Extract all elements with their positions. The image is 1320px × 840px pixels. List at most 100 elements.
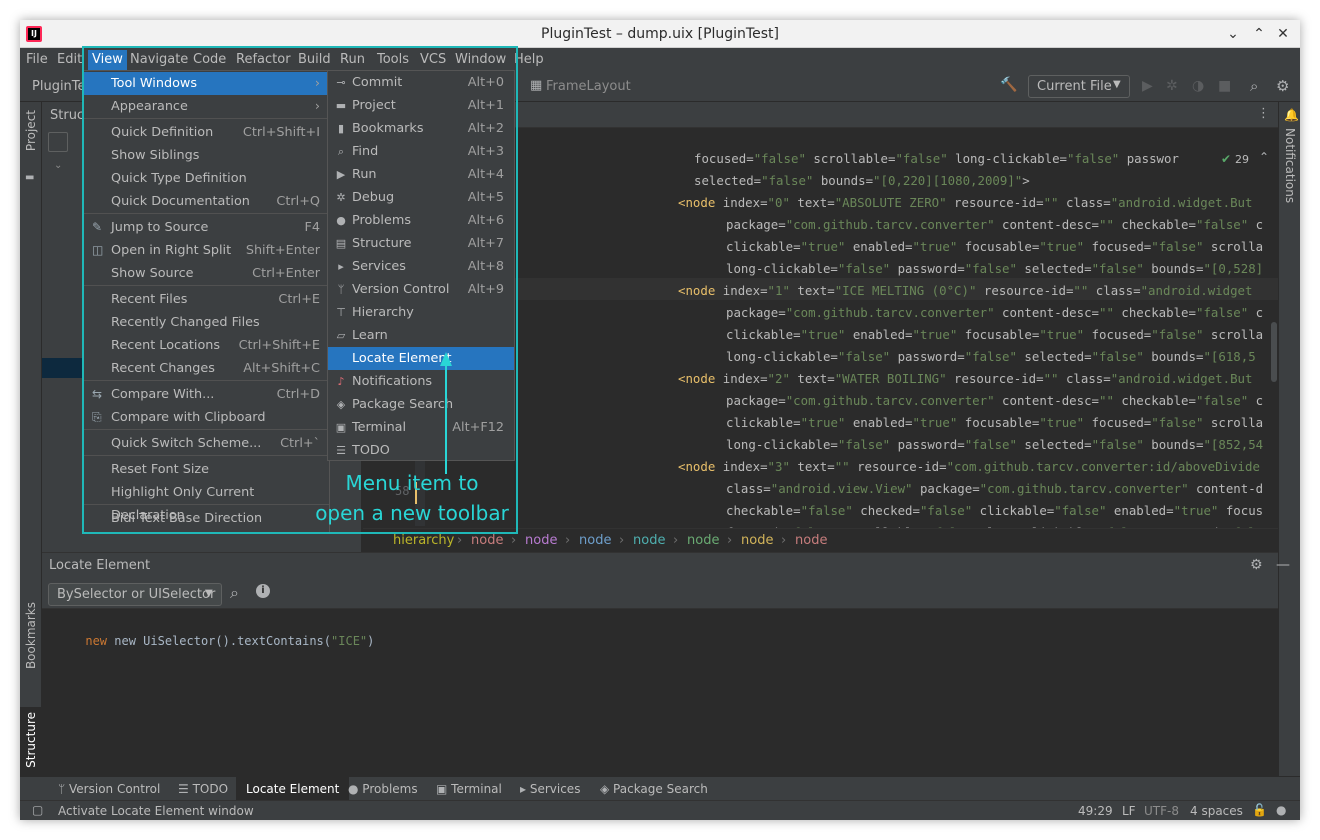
line-separator[interactable]: LF <box>1122 804 1136 818</box>
code-line[interactable]: <node index="3" text="" resource-id="com… <box>678 456 1260 478</box>
panel-toggle-icon[interactable]: ▢ <box>32 803 43 817</box>
code-line[interactable]: clickable="true" enabled="true" focusabl… <box>726 236 1263 258</box>
code-line[interactable]: package="com.github.tarcv.converter" con… <box>726 214 1263 236</box>
code-line[interactable]: <node index="2" text="WATER BOILING" res… <box>678 368 1252 390</box>
project-tool-tab[interactable]: Project <box>24 110 38 151</box>
info-icon[interactable]: i <box>256 584 270 598</box>
breadcrumb-item[interactable]: node <box>795 533 827 548</box>
check-icon[interactable]: ✔ <box>1221 152 1231 166</box>
close-icon[interactable]: ✕ <box>1274 25 1292 43</box>
tab-locate-element[interactable]: Locate Element <box>236 777 350 801</box>
code-line[interactable]: package="com.github.tarcv.converter" con… <box>726 390 1263 412</box>
xml-value: "2" <box>767 371 790 386</box>
code-line[interactable]: package="com.github.tarcv.converter" con… <box>726 302 1263 324</box>
gear-icon[interactable]: ⚙ <box>1250 557 1263 573</box>
menu-help[interactable]: Help <box>514 52 544 67</box>
selector-query-editor[interactable]: new new UiSelector().textContains("ICE") <box>42 611 1278 648</box>
code-line[interactable]: <node index="1" text="ICE MELTING (0°C)"… <box>678 280 1252 302</box>
xml-attr: focused= <box>1084 239 1152 254</box>
xml-attr: content-desc= <box>994 305 1099 320</box>
expand-icon[interactable]: ⌄ <box>54 160 62 171</box>
event-log-icon[interactable]: ● <box>1276 803 1286 817</box>
bookmarks-tool-tab[interactable]: Bookmarks <box>24 602 38 669</box>
xml-attr: focused= <box>1084 327 1152 342</box>
menu-file[interactable]: File <box>26 52 48 67</box>
run-icon[interactable]: ▶ <box>1142 78 1153 94</box>
code-line[interactable]: clickable="true" enabled="true" focusabl… <box>726 412 1263 434</box>
profile-icon[interactable]: ◑ <box>1192 78 1204 94</box>
menu-edit[interactable]: Edit <box>57 52 82 67</box>
breadcrumb-separator-icon: › <box>457 533 463 548</box>
selector-dropdown-label: BySelector or UISelector <box>57 587 216 602</box>
breadcrumb-separator-icon: › <box>619 533 625 548</box>
breadcrumb-item[interactable]: node <box>741 533 773 548</box>
inspection-count[interactable]: 29 <box>1235 153 1249 166</box>
tab-problems[interactable]: ● Problems <box>338 777 428 801</box>
chevron-up-icon[interactable]: ⌃ <box>1259 150 1269 164</box>
code-line[interactable]: selected="false" bounds="[0,220][1080,20… <box>694 170 1030 192</box>
debug-icon[interactable]: ✲ <box>1166 78 1178 94</box>
annotation-text: Menu item to open a new toolbar <box>302 468 522 528</box>
maximize-icon[interactable]: ⌃ <box>1250 25 1268 43</box>
search-icon[interactable]: ⌕ <box>1250 77 1258 95</box>
xml-attr: focused= <box>694 151 754 166</box>
vertical-scrollbar[interactable] <box>1271 322 1277 382</box>
tab-terminal[interactable]: ▣ Terminal <box>426 777 512 801</box>
xml-attr: focused= <box>1084 415 1152 430</box>
structure-tool-tab[interactable]: Structure <box>24 712 38 768</box>
layout-icon: ▦ <box>530 78 543 93</box>
ide-window: IJ PluginTest – dump.uix [PluginTest] ⌄ … <box>20 20 1300 820</box>
code-line[interactable]: checkable="false" checked="false" clicka… <box>726 500 1263 522</box>
gear-icon[interactable]: ⚙ <box>1276 77 1289 95</box>
breadcrumb-item[interactable]: node <box>471 533 503 548</box>
breadcrumb-item[interactable]: node <box>687 533 719 548</box>
left-tool-strip: Project ▬ Bookmarks Structure <box>20 102 42 787</box>
xml-attr: passwor <box>1119 151 1179 166</box>
code-line[interactable]: long-clickable="false" password="false" … <box>726 346 1256 368</box>
more-options-icon[interactable]: ⋮ <box>1257 106 1270 121</box>
xml-value: "true" <box>800 239 846 254</box>
minimize-panel-icon[interactable]: — <box>1276 557 1290 573</box>
toolbar-breadcrumb[interactable]: FrameLayout <box>546 79 631 94</box>
breadcrumb-item[interactable]: hierarchy <box>393 533 454 548</box>
code-line[interactable]: class="android.view.View" package="com.g… <box>726 478 1263 500</box>
minimize-icon[interactable]: ⌄ <box>1224 25 1242 43</box>
tab-todo[interactable]: ☰ TODO <box>168 777 238 801</box>
tab-package-search[interactable]: ◈ Package Search <box>590 777 718 801</box>
code-line[interactable]: long-clickable="false" password="false" … <box>726 258 1263 280</box>
search-icon[interactable]: ⌕ <box>230 583 239 603</box>
breadcrumb-item[interactable]: node <box>633 533 665 548</box>
problems-icon: ● <box>348 782 363 796</box>
xml-value: "com.github.tarcv.converter" <box>979 481 1189 496</box>
xml-value: "com.github.tarcv.converter" <box>785 217 995 232</box>
code-line[interactable]: clickable="true" enabled="true" focusabl… <box>726 324 1263 346</box>
xml-attr: clickable= <box>726 239 801 254</box>
run-config-select[interactable]: Current File ▼ <box>1028 75 1130 98</box>
locate-element-toolbar: BySelector or UISelector ▼ ⌕ i <box>42 579 1278 609</box>
selected-tree-row[interactable] <box>42 358 82 378</box>
breadcrumb-item[interactable]: node <box>579 533 611 548</box>
tab-version-control[interactable]: ᛘ Version Control <box>48 777 170 801</box>
code-line[interactable]: <node index="0" text="ABSOLUTE ZERO" res… <box>678 192 1252 214</box>
stop-icon[interactable]: ■ <box>1218 78 1231 94</box>
xml-attr: resource-id= <box>849 459 947 474</box>
code-line[interactable]: long-clickable="false" password="false" … <box>726 434 1263 456</box>
xml-attr: text= <box>789 283 835 298</box>
hammer-icon[interactable]: 🔨 <box>1000 77 1017 93</box>
xml-value: "false" <box>1151 327 1204 342</box>
caret-position[interactable]: 49:29 <box>1078 804 1113 818</box>
file-encoding[interactable]: UTF-8 <box>1144 804 1179 818</box>
xml-attr: password= <box>890 349 965 364</box>
selector-dropdown[interactable]: BySelector or UISelector ▼ <box>48 583 222 606</box>
tab-services[interactable]: ▸ Services <box>510 777 590 801</box>
notifications-tool-tab[interactable]: Notifications <box>1283 128 1297 203</box>
xml-value: "android.view.View" <box>770 481 913 496</box>
xml-value: "false" <box>895 151 948 166</box>
sort-button[interactable] <box>48 132 68 152</box>
annotation-line-2: open a new toolbar <box>315 501 509 525</box>
code-line[interactable]: focused="false" scrollable="false" long-… <box>694 148 1179 170</box>
lock-icon[interactable]: 🔓 <box>1252 803 1267 817</box>
indent-setting[interactable]: 4 spaces <box>1190 804 1243 818</box>
xml-value: "[0,220][1080,2009]" <box>873 173 1023 188</box>
breadcrumb-item[interactable]: node <box>525 533 557 548</box>
